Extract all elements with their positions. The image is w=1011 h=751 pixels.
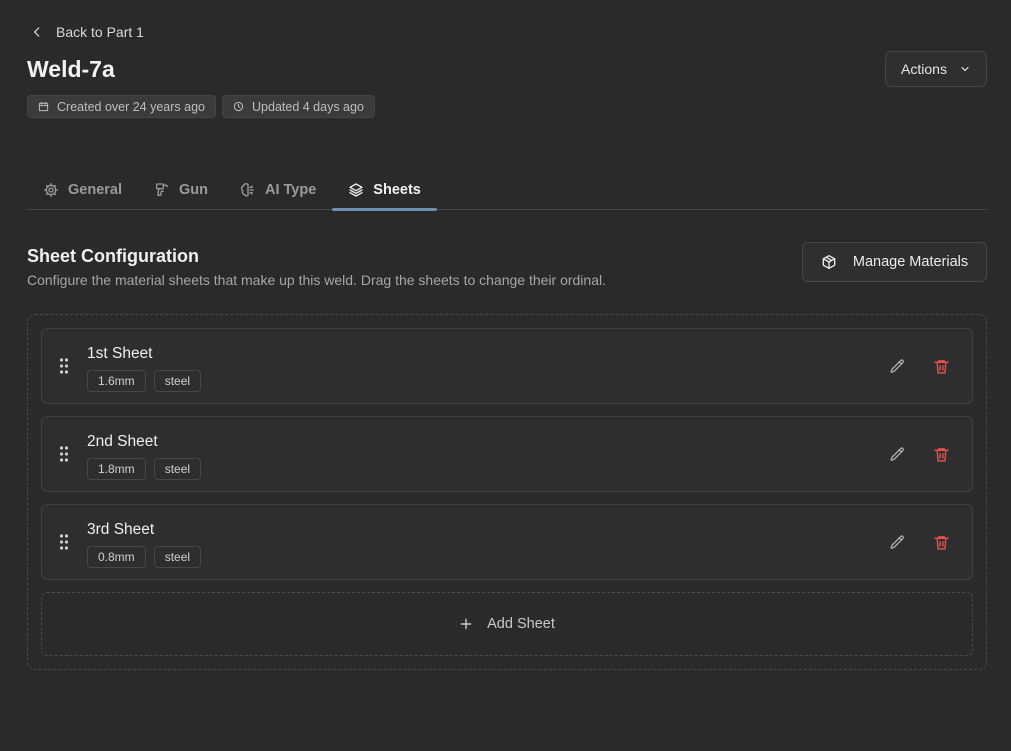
page-title: Weld-7a (27, 56, 115, 82)
updated-text: Updated 4 days ago (252, 99, 364, 114)
calendar-icon (38, 101, 49, 112)
gear-icon (44, 182, 58, 197)
pencil-icon (889, 446, 904, 461)
sheet-tags: 1.8mm steel (87, 458, 202, 480)
material-tag: steel (153, 370, 202, 392)
tab-gun[interactable]: Gun (138, 170, 224, 209)
manage-materials-button[interactable]: Manage Materials (802, 242, 987, 282)
delete-sheet-button[interactable] (931, 532, 951, 552)
tab-label: Gun (179, 181, 208, 198)
edit-sheet-button[interactable] (887, 532, 907, 552)
weld-gun-icon (156, 182, 168, 196)
thickness-tag: 1.8mm (87, 458, 146, 480)
tab-ai-type[interactable]: AI Type (224, 170, 332, 209)
back-link[interactable]: Back to Part 1 (30, 24, 144, 40)
plus-icon (460, 618, 472, 630)
sheet-tags: 1.6mm steel (87, 370, 202, 392)
edit-sheet-button[interactable] (887, 356, 907, 376)
sheet-name: 3rd Sheet (87, 521, 155, 538)
ai-brain-icon (240, 182, 254, 197)
sheet-card[interactable]: 2nd Sheet 1.8mm steel (41, 416, 973, 492)
pencil-icon (889, 358, 904, 373)
back-link-label: Back to Part 1 (56, 24, 144, 40)
sheets-dropzone: 1st Sheet 1.6mm steel 2nd Sheet 1.8mm st… (27, 314, 987, 670)
created-badge: Created over 24 years ago (27, 95, 217, 118)
tab-label: Sheets (373, 181, 421, 198)
section-description: Configure the material sheets that make … (27, 272, 606, 288)
meta-row: Created over 24 years ago Updated 4 days… (27, 95, 375, 118)
sheet-card[interactable]: 1st Sheet 1.6mm steel (41, 328, 973, 404)
layers-icon (349, 182, 363, 197)
tab-label: General (68, 181, 122, 198)
pencil-icon (889, 534, 904, 549)
tab-label: AI Type (265, 181, 317, 198)
tab-bar: General Gun AI Type Sheets (27, 170, 987, 211)
created-text: Created over 24 years ago (57, 99, 206, 114)
add-sheet-label: Add Sheet (487, 616, 555, 632)
updated-badge: Updated 4 days ago (222, 95, 375, 118)
sheet-tags: 0.8mm steel (87, 546, 202, 568)
material-tag: steel (153, 546, 202, 568)
chevron-left-icon (34, 27, 40, 37)
tab-general[interactable]: General (27, 170, 138, 209)
drag-handle-icon[interactable] (59, 445, 69, 463)
tab-sheets[interactable]: Sheets (332, 170, 437, 211)
package-icon (822, 255, 836, 269)
thickness-tag: 1.6mm (87, 370, 146, 392)
sheet-card[interactable]: 3rd Sheet 0.8mm steel (41, 504, 973, 580)
delete-sheet-button[interactable] (931, 444, 951, 464)
section-title: Sheet Configuration (27, 246, 199, 266)
edit-sheet-button[interactable] (887, 444, 907, 464)
material-tag: steel (153, 458, 202, 480)
thickness-tag: 0.8mm (87, 546, 146, 568)
weld-detail-page: Back to Part 1 Weld-7a Created over 24 y… (0, 0, 1011, 751)
drag-handle-icon[interactable] (59, 357, 69, 375)
add-sheet-button[interactable]: Add Sheet (41, 592, 973, 656)
manage-materials-label: Manage Materials (852, 254, 969, 270)
actions-label: Actions (901, 61, 947, 77)
clock-icon (233, 101, 244, 112)
trash-icon (933, 535, 949, 550)
chevron-down-icon (961, 66, 969, 72)
drag-handle-icon[interactable] (59, 533, 69, 551)
trash-icon (933, 447, 949, 462)
delete-sheet-button[interactable] (931, 356, 951, 376)
sheet-name: 1st Sheet (87, 345, 153, 362)
actions-button[interactable]: Actions (885, 51, 987, 87)
sheet-name: 2nd Sheet (87, 433, 158, 450)
trash-icon (933, 359, 949, 374)
